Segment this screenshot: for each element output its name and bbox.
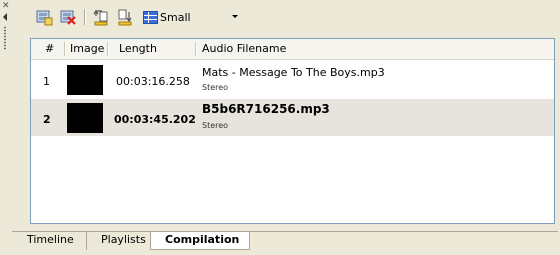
tab-timeline[interactable]: Timeline [12,232,82,250]
column-header-length[interactable]: Length [119,39,157,59]
move-up-button[interactable] [92,8,110,26]
column-separator[interactable] [107,42,109,56]
grid-header: # Image Length Audio Filename [31,39,554,60]
audio-channel: Stereo [202,83,229,92]
thumbnail-image [67,103,103,133]
remove-image-button[interactable] [59,8,77,26]
track-length: 00:03:45.202 [114,113,196,126]
track-length: 00:03:16.258 [116,75,190,88]
remove-image-icon [60,10,76,25]
column-header-image[interactable]: Image [70,39,104,59]
move-down-button[interactable] [116,8,134,26]
add-image-button[interactable] [35,8,53,26]
grid-view-icon [143,10,158,24]
audio-filename: Mats - Message To The Boys.mp3 [202,66,385,79]
drag-grip-icon[interactable] [3,26,7,50]
column-header-audio-filename[interactable]: Audio Filename [202,39,286,59]
collapse-arrow-icon[interactable] [3,13,7,21]
move-up-icon [93,9,108,26]
toolbar: Small [12,2,558,32]
column-separator[interactable] [195,42,197,56]
tab-playlists[interactable]: Playlists [86,232,154,250]
chevron-down-icon[interactable] [232,15,238,18]
bottom-tab-bar [0,224,560,255]
move-down-icon [118,9,132,26]
audio-channel: Stereo [202,121,229,130]
tab-compilation[interactable]: Compilation [150,232,250,250]
audio-filename: B5b6R716256.mp3 [202,102,330,116]
row-number: 2 [43,113,51,126]
close-icon[interactable]: ✕ [2,2,10,11]
column-separator[interactable] [64,42,66,56]
row-number: 1 [43,75,50,88]
table-row-selected[interactable]: 2 00:03:45.202 B5b6R716256.mp3 Stereo [31,99,554,136]
compilation-grid: # Image Length Audio Filename 1 00:03:16… [30,38,555,224]
toolbar-separator [84,9,86,25]
thumbnail-size-label: Small [160,10,191,24]
thumbnail-size-button[interactable]: Small [143,9,191,25]
table-row[interactable]: 1 00:03:16.258 Mats - Message To The Boy… [31,61,554,98]
add-image-icon [36,10,53,26]
panel-side-strip: ✕ [0,0,11,232]
column-header-number[interactable]: # [45,39,55,59]
thumbnail-image [67,65,103,95]
